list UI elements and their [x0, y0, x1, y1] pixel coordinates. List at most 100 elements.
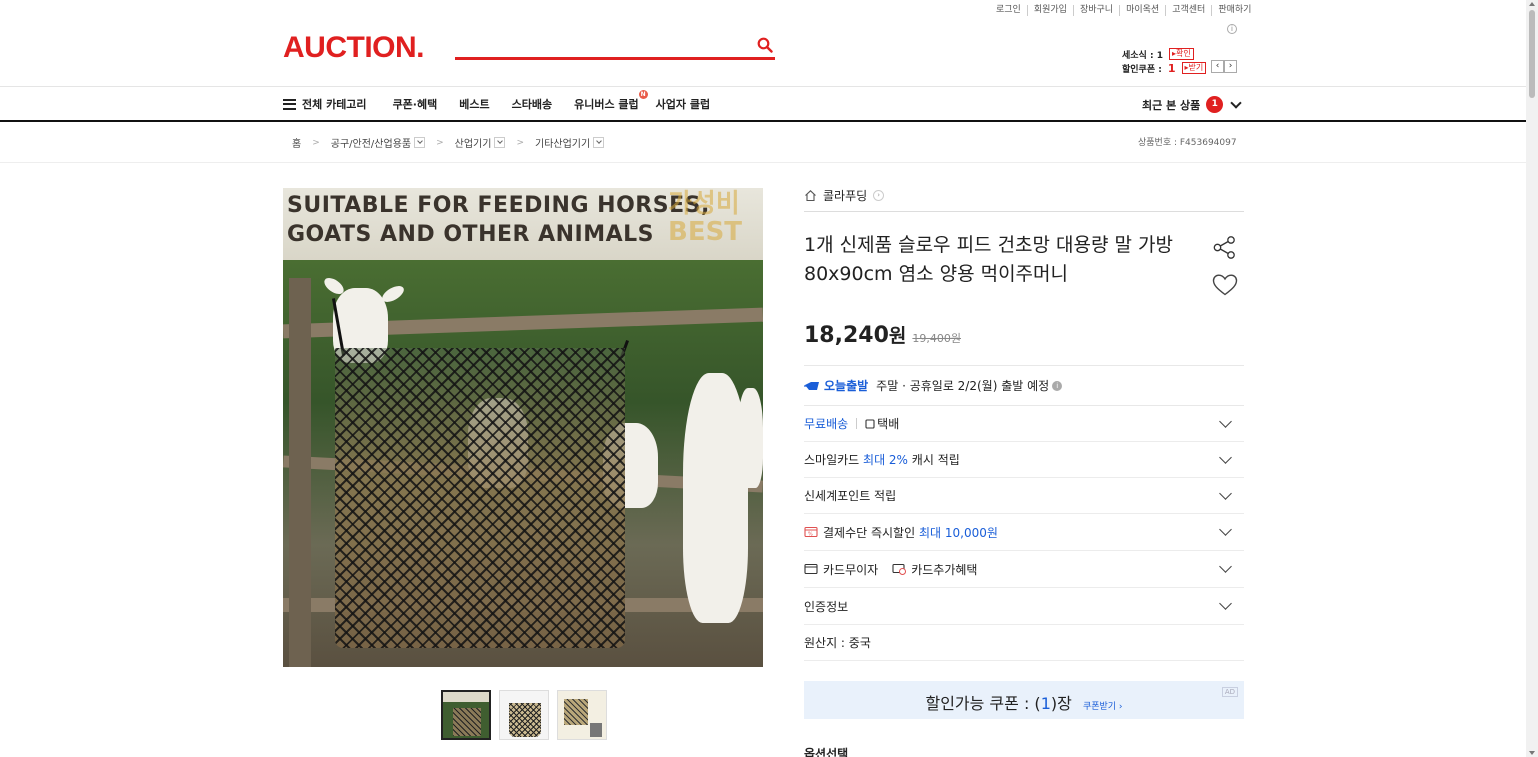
price-unit: 원 [888, 325, 907, 347]
search-input[interactable] [455, 35, 775, 60]
breadcrumb: 홈 > 공구/안전/산업용품 > 산업기기 > 기타산업기기 [292, 135, 605, 150]
origin-row: 원산지 : 중국 [804, 625, 1244, 661]
signup-link[interactable]: 회원가입 [1026, 5, 1073, 16]
auction-logo[interactable]: AUCTION. [283, 31, 425, 65]
crumb-tools[interactable]: 공구/안전/산업용품 [331, 135, 411, 150]
hamburger-icon [283, 98, 296, 110]
product-page: 로그인 회원가입 장바구니 마이옥션 고객센터 판매하기 i AUCTION. … [0, 0, 1538, 757]
ship-today-desc: 주말 · 공휴일로 2/2(월) 출발 예정 [876, 379, 1050, 393]
utility-links: 로그인 회원가입 장바구니 마이옥션 고객센터 판매하기 [990, 5, 1257, 16]
image-watermark: 가성비 BEST [668, 189, 743, 247]
svg-text:%: % [808, 532, 813, 538]
ad-tag: AD [1221, 687, 1238, 697]
crumb-industrial[interactable]: 산업기기 [455, 135, 492, 150]
info-icon[interactable]: i [1227, 24, 1237, 34]
chevron-down-icon [1219, 415, 1232, 428]
image-caption-line1: SUITABLE FOR FEEDING HORSES, [287, 193, 710, 218]
thumbnail-list [441, 690, 607, 740]
shinsegae-point-row[interactable]: 신세계포인트 적립 [804, 478, 1244, 514]
product-main-image[interactable]: SUITABLE FOR FEEDING HORSES, GOATS AND O… [283, 188, 763, 667]
news-label: 세소식 : 1 [1122, 50, 1163, 61]
chevron-down-icon [1230, 96, 1242, 109]
courier-label: 택배 [877, 417, 900, 431]
crumb-dropdown-icon[interactable] [494, 137, 506, 148]
free-shipping-label: 무료배송 [804, 417, 849, 431]
scroll-up-icon[interactable] [1529, 2, 1535, 6]
parcel-icon [865, 418, 875, 429]
coupon-get-link[interactable]: 쿠폰받기 › [1083, 702, 1123, 712]
product-title: 1개 신제품 슬로우 피드 건초망 대용량 말 가방 80x90cm 염소 양용… [804, 234, 1174, 285]
share-icon[interactable] [1212, 235, 1237, 260]
card-plus-icon [892, 563, 907, 575]
image-caption-line2: GOATS AND OTHER ANIMALS [287, 222, 655, 247]
thumbnail-1[interactable] [441, 690, 491, 740]
crumb-dropdown-icon[interactable] [414, 137, 426, 148]
recent-count-badge: 1 [1206, 96, 1224, 113]
truck-icon [804, 381, 819, 390]
nav-universe-club[interactable]: 유니버스 클럽 N [574, 90, 648, 112]
all-categories-button[interactable]: 전체 카테고리 [283, 96, 367, 112]
recent-viewed-button[interactable]: 최근 본 상품 1 [1142, 96, 1242, 113]
category-nav: 전체 카테고리 쿠폰·혜택 베스트 스타배송 유니버스 클럽 N 사업자 클럽 … [0, 86, 1526, 122]
customer-center-link[interactable]: 고객센터 [1165, 5, 1211, 16]
payment-discount-row[interactable]: % 결제수단 즉시할인 최대 10,000원 [804, 514, 1244, 551]
chevron-right-icon: › [873, 190, 885, 201]
search-icon[interactable] [757, 37, 773, 53]
chevron-down-icon [1219, 523, 1232, 536]
coupon-label: 할인쿠폰 : [1122, 64, 1162, 75]
ship-today-info: 오늘출발 주말 · 공휴일로 2/2(월) 출발 예정 i [804, 377, 1063, 394]
crumb-other-industrial[interactable]: 기타산업기기 [535, 135, 590, 150]
scroll-down-icon[interactable] [1529, 751, 1535, 755]
news-check-button[interactable]: ▸확인 [1168, 48, 1194, 60]
info-icon[interactable]: i [1052, 380, 1063, 391]
nav-star-delivery[interactable]: 스타배송 [512, 96, 552, 112]
sale-price: 18,240 [804, 323, 889, 348]
price-block: 18,240 원 19,400원 [804, 321, 961, 348]
nav-best[interactable]: 베스트 [459, 96, 489, 112]
breadcrumb-bar: 홈 > 공구/안전/산업용품 > 산업기기 > 기타산업기기 상품번호 : F4… [0, 122, 1526, 163]
product-number: 상품번호 : F453694097 [1138, 138, 1237, 148]
chevron-down-icon [1219, 560, 1232, 573]
heart-icon[interactable] [1212, 273, 1238, 297]
thumbnail-3[interactable] [557, 690, 607, 740]
nav-coupon-benefit[interactable]: 쿠폰·혜택 [393, 96, 438, 112]
card-benefit-row[interactable]: 카드무이자 카드추가혜택 [804, 551, 1244, 588]
nav-business-club[interactable]: 사업자 클럽 [656, 96, 710, 112]
ship-today-label: 오늘출발 [824, 379, 869, 393]
coupon-count: 1 [1167, 61, 1176, 75]
chevron-down-icon [1219, 451, 1232, 464]
prev-arrow-icon[interactable]: ‹ [1211, 60, 1224, 73]
chevron-down-icon [1219, 487, 1232, 500]
smilecard-row[interactable]: 스마일카드 최대 2% 캐시 적립 [804, 442, 1244, 478]
mini-pager: ‹ › [1211, 60, 1237, 73]
certification-row[interactable]: 인증정보 [804, 588, 1244, 625]
chevron-down-icon [1219, 597, 1232, 610]
next-arrow-icon[interactable]: › [1224, 60, 1237, 73]
sell-link[interactable]: 판매하기 [1211, 5, 1257, 16]
crumb-home[interactable]: 홈 [292, 135, 301, 150]
coupon-count: 1 [1040, 694, 1051, 713]
crumb-dropdown-icon[interactable] [593, 137, 605, 148]
coupon-get-button[interactable]: ▸받기 [1181, 62, 1207, 74]
cart-link[interactable]: 장바구니 [1072, 5, 1119, 16]
shipping-row[interactable]: 무료배송 택배 [804, 406, 1244, 442]
card-installment-label: 카드무이자 [823, 562, 879, 577]
brand-link[interactable]: 콜라푸딩 › [804, 187, 885, 204]
payment-highlight: 최대 10,000원 [918, 525, 998, 540]
origin-label: 원산지 : 중국 [804, 636, 871, 650]
thumbnail-2[interactable] [499, 690, 549, 740]
card-icon [804, 563, 818, 575]
page-scrollbar[interactable] [1526, 0, 1538, 757]
smilecard-highlight: 최대 2% [863, 453, 908, 467]
my-auction-link[interactable]: 마이옥션 [1119, 5, 1165, 16]
scroll-thumb[interactable] [1529, 10, 1535, 98]
card-benefit-label: 카드추가혜택 [911, 562, 978, 577]
login-link[interactable]: 로그인 [990, 5, 1027, 16]
discount-card-icon: % [804, 526, 818, 538]
mini-info: 세소식 : 1 ▸확인 할인쿠폰 : 1 ▸받기 [1122, 47, 1207, 75]
home-icon [805, 190, 816, 202]
new-badge: N [638, 90, 648, 99]
coupon-banner[interactable]: 할인가능 쿠폰 : (1)장 쿠폰받기 › AD [804, 681, 1244, 719]
option-select-label: 옵션선택 [804, 747, 849, 757]
original-price: 19,400원 [912, 332, 961, 345]
